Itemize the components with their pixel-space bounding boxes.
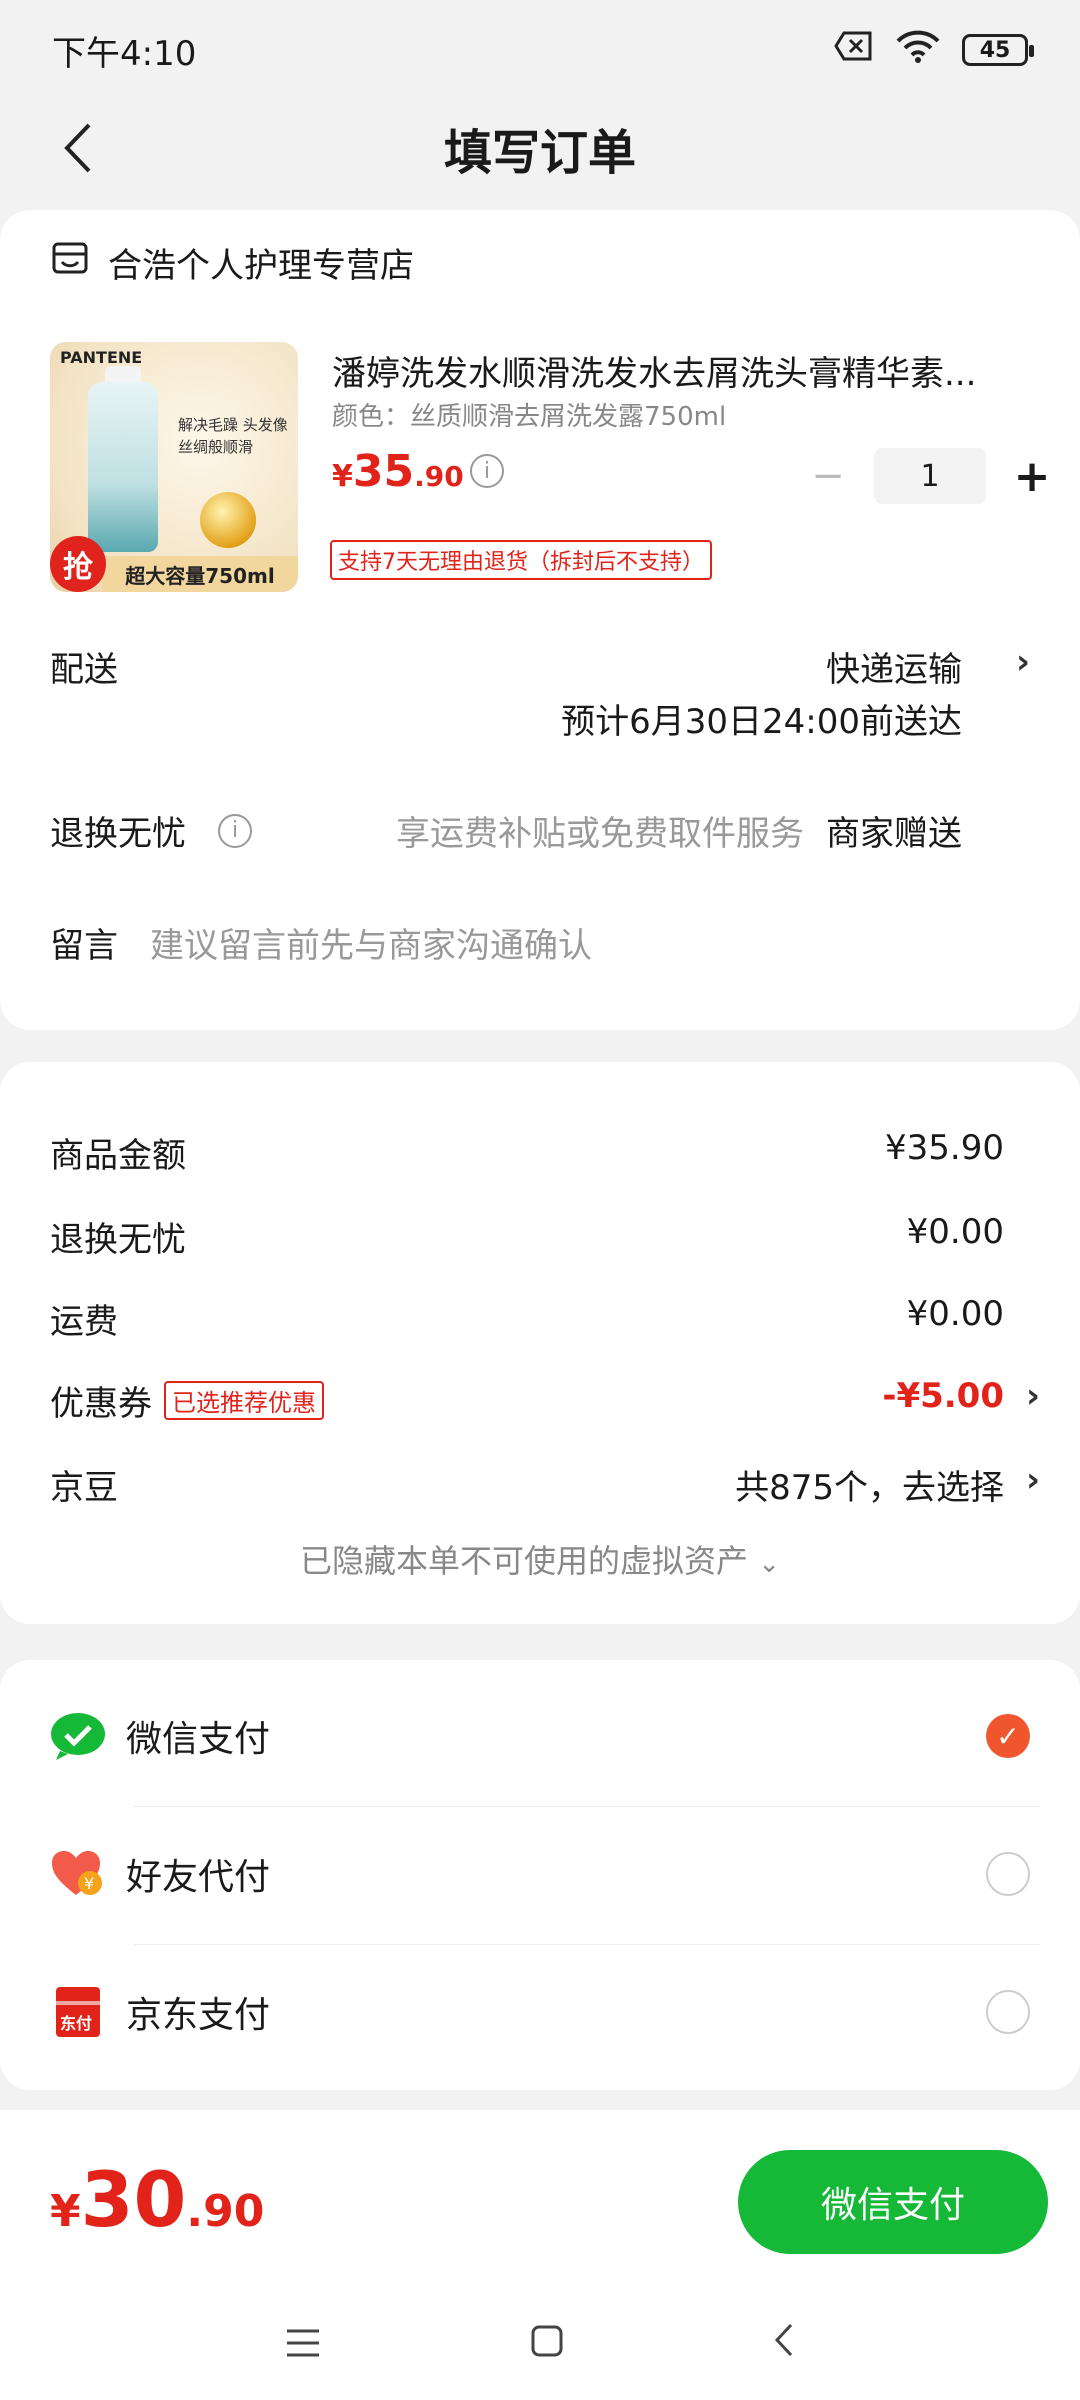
delivery-label: 配送: [50, 650, 118, 690]
menu-icon[interactable]: [285, 2322, 321, 2368]
return-worry-value[interactable]: 商家赠送: [826, 806, 962, 855]
summary-label-jingdou: 京豆: [50, 1468, 118, 1508]
summary-value-return: ¥0.00: [906, 1212, 1004, 1252]
radio-unselected-icon[interactable]: [986, 1990, 1030, 2034]
coupon-chevron-icon[interactable]: ›: [1026, 1376, 1040, 1416]
product-price: ¥ 35 .90: [332, 446, 464, 497]
divider: [134, 1944, 1040, 1945]
payment-label-wechat: 微信支付: [126, 1719, 271, 1760]
chevron-down-icon: ⌄: [758, 1549, 780, 1579]
order-card: 合浩个人护理专营店 PANTENE 解决毛躁 头发像丝绸般顺滑 超大容量750m…: [0, 210, 1080, 1030]
summary-label-coupon: 优惠券: [50, 1384, 152, 1424]
coupon-tag: 已选推荐优惠: [164, 1381, 324, 1420]
message-input[interactable]: 建议留言前先与商家沟通确认: [150, 918, 1030, 967]
product-image-text: 解决毛躁 头发像丝绸般顺滑: [178, 416, 288, 456]
payment-label-friend: 好友代付: [126, 1857, 271, 1898]
wechat-pay-icon: [50, 1708, 106, 1764]
summary-value-jingdou[interactable]: 共875个，去选择: [735, 1460, 1004, 1509]
back-nav-icon[interactable]: [773, 2322, 795, 2368]
shop-icon: [50, 238, 90, 287]
wifi-icon: [896, 29, 940, 72]
product-name[interactable]: 潘婷洗发水顺滑洗发水去屑洗头膏精华素...: [332, 346, 1032, 395]
radio-selected-icon[interactable]: ✓: [986, 1714, 1030, 1758]
home-icon[interactable]: [530, 2322, 564, 2368]
total-amount: ¥ 30 .90: [50, 2155, 265, 2244]
page-title: 填写订单: [443, 125, 636, 181]
flash-sale-badge: 抢: [50, 536, 106, 592]
delivery-chevron-icon[interactable]: ›: [1016, 642, 1030, 682]
product-image[interactable]: PANTENE 解决毛躁 头发像丝绸般顺滑 超大容量750ml 抢: [50, 342, 298, 592]
product-image-brand: PANTENE: [60, 348, 143, 367]
summary-value-coupon[interactable]: -¥5.00: [882, 1376, 1004, 1416]
summary-label-goods: 商品金额: [50, 1136, 186, 1176]
nav-bar: 填写订单: [0, 100, 1080, 196]
svg-text:¥: ¥: [84, 1874, 94, 1893]
summary-label-shipping: 运费: [50, 1302, 118, 1342]
bottle-graphic: [88, 382, 158, 552]
decrease-button[interactable]: −: [808, 453, 848, 499]
message-label: 留言: [50, 926, 118, 966]
summary-value-goods: ¥35.90: [885, 1128, 1004, 1168]
price-summary-card: 商品金额 ¥35.90 退换无忧 ¥0.00 运费 ¥0.00 优惠券 已选推荐…: [0, 1062, 1080, 1624]
product-spec: 颜色：丝质顺滑去屑洗发露750ml: [332, 402, 727, 432]
shop-name: 合浩个人护理专营店: [108, 246, 414, 286]
delivery-method[interactable]: 快递运输: [826, 642, 962, 691]
back-button[interactable]: [48, 118, 108, 178]
jingdou-chevron-icon[interactable]: ›: [1026, 1460, 1040, 1500]
chevron-left-icon: [64, 123, 91, 173]
shop-header[interactable]: 合浩个人护理专营店: [50, 238, 414, 287]
return-worry-row: 退换无忧 i: [50, 806, 252, 855]
checkout-bar: ¥ 30 .90 微信支付: [0, 2110, 1080, 2290]
status-bar: 下午4:10 45: [0, 0, 1080, 100]
quantity-value[interactable]: 1: [874, 448, 986, 504]
hidden-assets-toggle[interactable]: 已隐藏本单不可使用的虚拟资产 ⌄: [0, 1536, 1080, 1582]
pay-button[interactable]: 微信支付: [738, 2150, 1048, 2254]
payment-option-jd[interactable]: 东付 京东支付: [50, 1952, 1030, 2072]
return-worry-info-icon[interactable]: i: [218, 813, 252, 848]
no-sim-icon: [834, 30, 874, 70]
increase-button[interactable]: +: [1012, 451, 1052, 502]
payment-option-friend[interactable]: ¥ 好友代付: [50, 1814, 1030, 1934]
return-policy-tag: 支持7天无理由退货（拆封后不支持）: [330, 540, 712, 580]
divider: [134, 1806, 1040, 1807]
return-worry-desc: 享运费补贴或免费取件服务: [396, 814, 804, 854]
coupon-row[interactable]: 优惠券 已选推荐优惠: [50, 1376, 324, 1425]
delivery-eta: 预计6月30日24:00前送达: [561, 702, 962, 742]
price-info-icon[interactable]: i: [470, 454, 504, 488]
quantity-stepper: − 1 +: [808, 448, 1052, 504]
return-worry-label: 退换无忧: [50, 814, 186, 854]
svg-text:东付: 东付: [60, 2014, 92, 2033]
oil-drop-graphic: [200, 492, 256, 548]
product-image-caption: 超大容量750ml: [102, 556, 298, 592]
payment-label-jd: 京东支付: [126, 1995, 271, 2036]
friend-pay-icon: ¥: [50, 1846, 106, 1902]
jd-pay-icon: 东付: [50, 1984, 106, 2040]
battery-icon: 45: [962, 34, 1034, 66]
payment-methods-card: 微信支付 ✓ ¥ 好友代付 东付 京东支付: [0, 1660, 1080, 2090]
hidden-assets-text: 已隐藏本单不可使用的虚拟资产: [300, 1542, 749, 1580]
summary-value-shipping: ¥0.00: [906, 1294, 1004, 1334]
summary-label-return: 退换无忧: [50, 1220, 186, 1260]
status-time: 下午4:10: [52, 33, 197, 74]
payment-option-wechat[interactable]: 微信支付 ✓: [50, 1676, 1030, 1796]
radio-unselected-icon[interactable]: [986, 1852, 1030, 1896]
system-nav-bar: [0, 2290, 1080, 2400]
